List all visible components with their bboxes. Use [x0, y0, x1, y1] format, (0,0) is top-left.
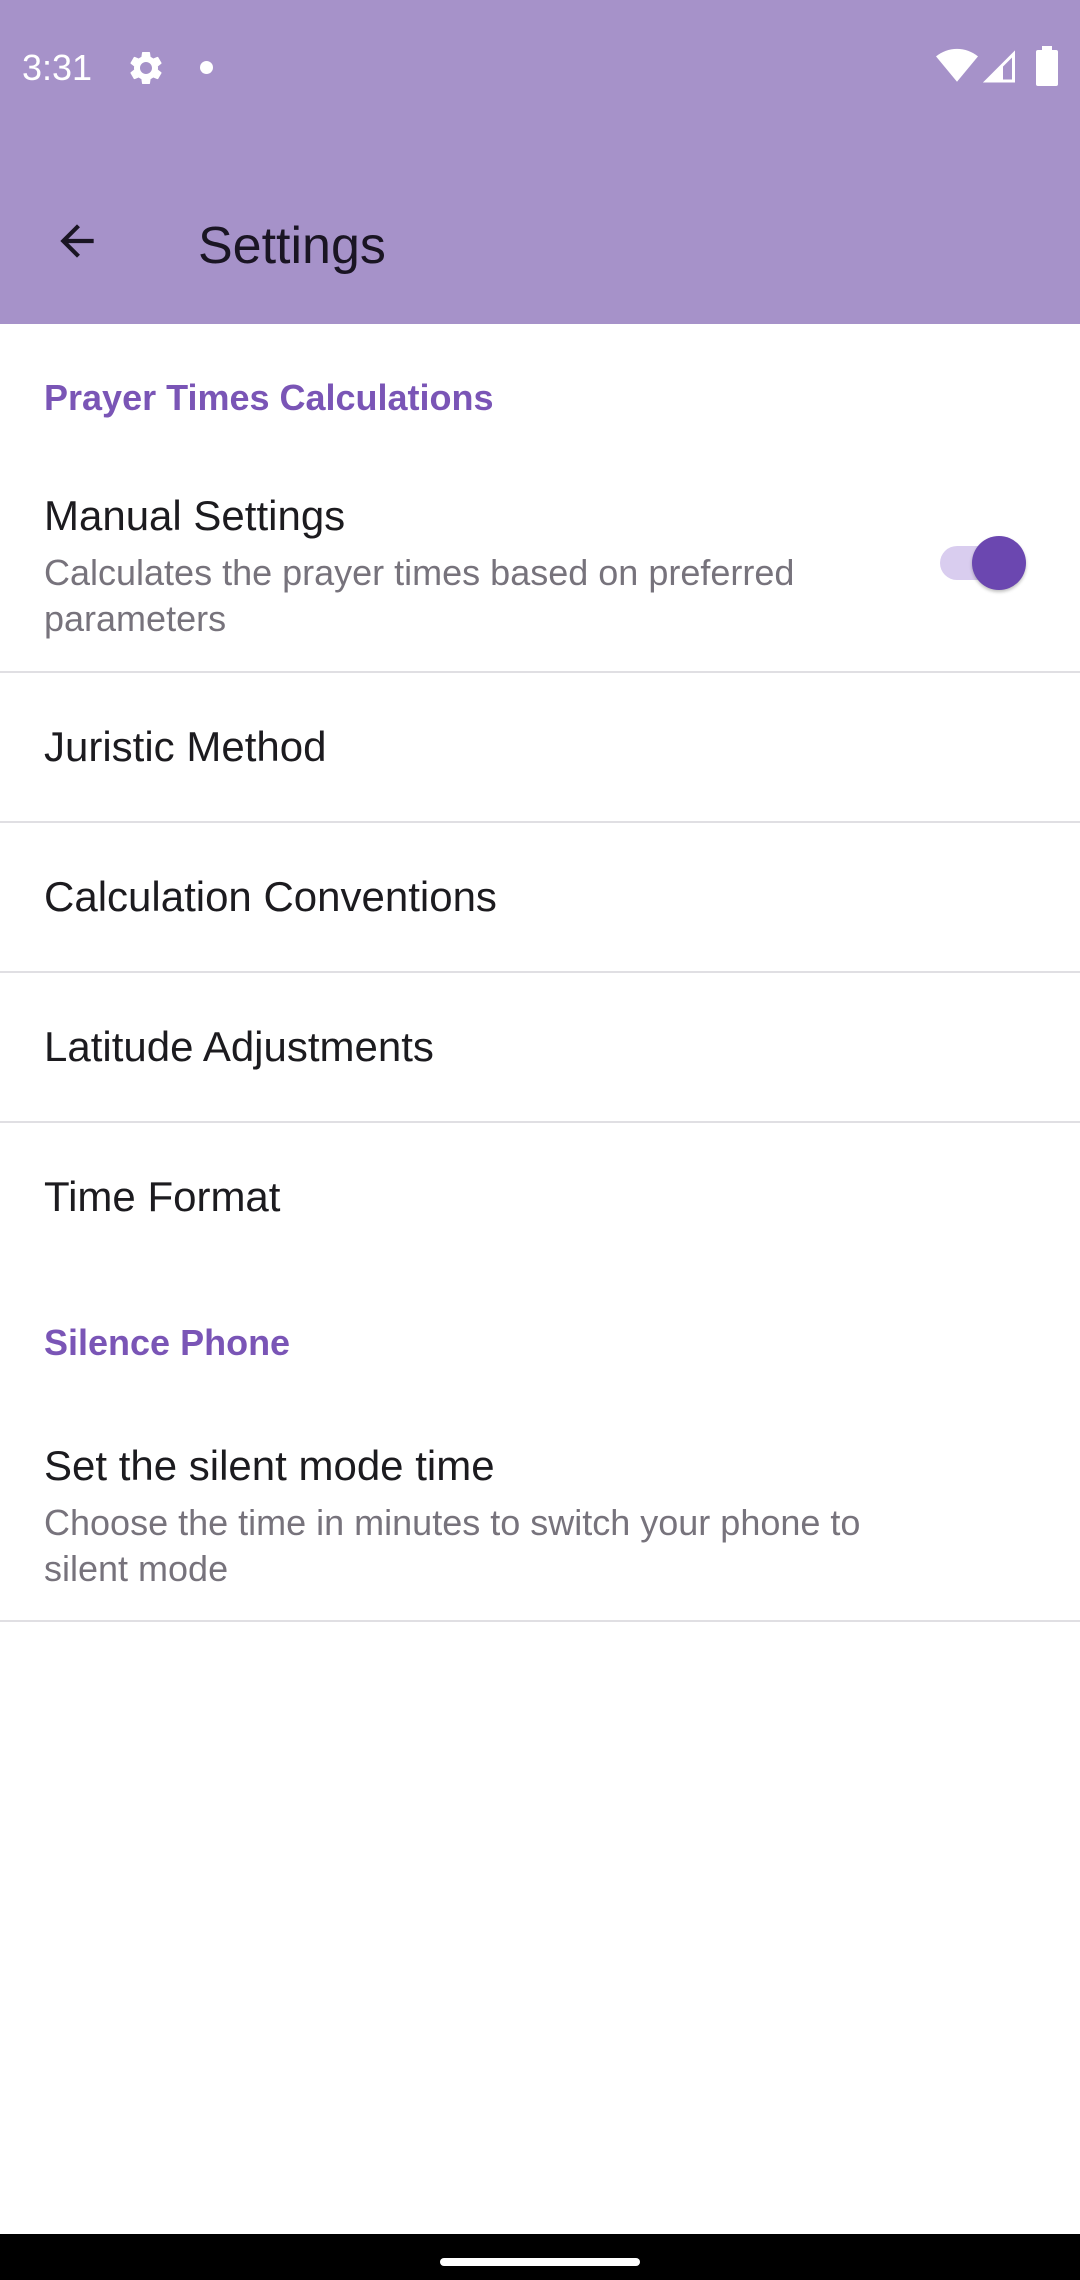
- cell-signal-icon: [982, 50, 1015, 83]
- pref-title: Latitude Adjustments: [44, 1023, 434, 1070]
- top-app-area: 3:31 Settings: [0, 0, 1080, 324]
- pref-time-format[interactable]: Time Format: [0, 1123, 1080, 1271]
- notification-dot-icon: [200, 61, 213, 74]
- pref-title: Juristic Method: [44, 723, 327, 770]
- status-time: 3:31: [22, 47, 93, 88]
- home-gesture-handle[interactable]: [440, 2258, 640, 2266]
- switch-thumb: [972, 536, 1026, 590]
- gear-icon: [130, 51, 162, 84]
- pref-summary: Choose the time in minutes to switch you…: [44, 1502, 861, 1589]
- pref-summary: Calculates the prayer times based on pre…: [44, 552, 795, 639]
- status-bar: 3:31: [0, 0, 1080, 132]
- battery-icon: [1036, 46, 1058, 86]
- pref-title: Manual Settings: [44, 492, 346, 539]
- category-prayer-times-calculations: Prayer Times Calculations: [44, 377, 494, 418]
- back-button[interactable]: [32, 196, 122, 286]
- wifi-icon: [936, 48, 978, 82]
- pref-title: Set the silent mode time: [44, 1442, 495, 1489]
- category-silence-phone: Silence Phone: [44, 1322, 291, 1363]
- pref-title: Calculation Conventions: [44, 873, 497, 920]
- pref-calculation-conventions[interactable]: Calculation Conventions: [0, 823, 1080, 971]
- pref-silent-mode-time[interactable]: Set the silent mode time Choose the time…: [0, 1412, 1080, 1612]
- settings-screen: 3:31 Settings Prayer Times Calculations …: [0, 0, 1080, 2280]
- pref-title: Time Format: [44, 1173, 281, 1220]
- pref-manual-settings[interactable]: Manual Settings Calculates the prayer ti…: [0, 464, 1080, 660]
- divider: [0, 1620, 1080, 1622]
- navigation-bar: [0, 2234, 1080, 2280]
- page-title: Settings: [198, 217, 386, 275]
- arrow-back-icon: [60, 224, 94, 258]
- manual-settings-switch[interactable]: [936, 528, 1026, 592]
- pref-juristic-method[interactable]: Juristic Method: [0, 673, 1080, 821]
- pref-latitude-adjustments[interactable]: Latitude Adjustments: [0, 973, 1080, 1121]
- app-bar: Settings: [0, 132, 1080, 324]
